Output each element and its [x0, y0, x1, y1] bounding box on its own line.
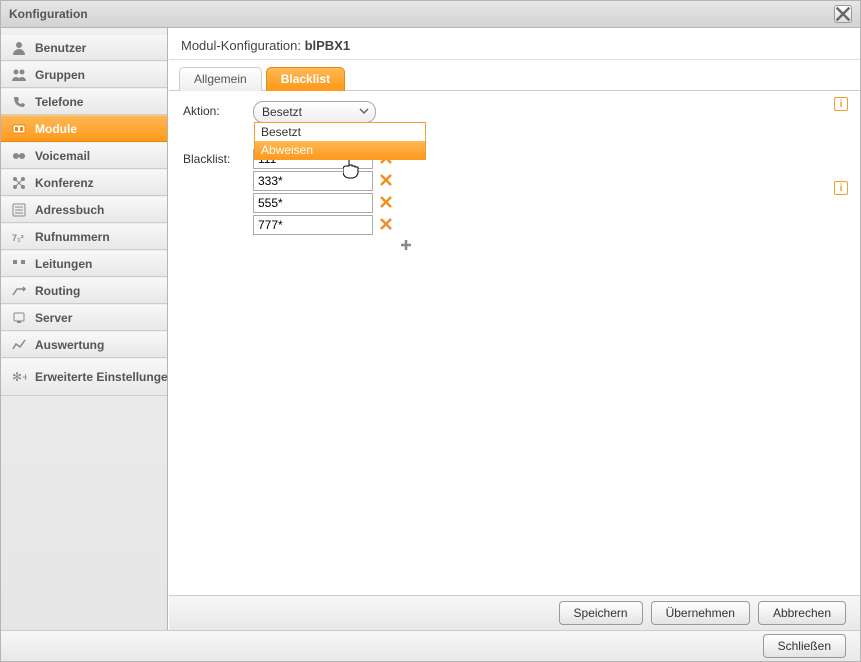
sidebar-item-adressbuch[interactable]: Adressbuch [1, 196, 167, 223]
delete-button[interactable] [377, 194, 395, 212]
sidebar-icon [11, 283, 27, 299]
add-button[interactable] [397, 237, 415, 255]
sidebar-icon [11, 310, 27, 326]
sidebar-item-label: Voicemail [35, 149, 90, 163]
blacklist-input[interactable] [253, 193, 373, 213]
sidebar-icon [11, 67, 27, 83]
sidebar-item-voicemail[interactable]: Voicemail [1, 142, 167, 169]
sidebar-item-label: Server [35, 311, 72, 325]
delete-button[interactable] [377, 172, 395, 190]
chevron-down-icon [359, 105, 369, 119]
sidebar-item-leitungen[interactable]: Leitungen [1, 250, 167, 277]
sidebar-icon [11, 175, 27, 191]
outer-footer: Schließen [1, 630, 860, 661]
sidebar-item-konferenz[interactable]: Konferenz [1, 169, 167, 196]
window-title: Konfiguration [9, 7, 88, 21]
sidebar-icon [11, 121, 27, 137]
blacklist-row [253, 171, 415, 191]
x-icon [379, 217, 393, 234]
blacklist-input[interactable] [253, 171, 373, 191]
sidebar-icon [11, 337, 27, 353]
sidebar-item-module[interactable]: Module [1, 115, 167, 142]
sidebar-icon: ✻+ [11, 369, 27, 385]
sidebar-item-label: Module [35, 122, 77, 136]
sidebar-item-label: Leitungen [35, 257, 92, 271]
config-window: Konfiguration Benutzer Gruppen Telefone Mod… [0, 0, 861, 662]
sidebar-item-gruppen[interactable]: Gruppen [1, 61, 167, 88]
tab-content: i i Aktion: Besetzt BesetztAbweisen [169, 91, 860, 595]
sidebar-item-auswertung[interactable]: Auswertung [1, 331, 167, 358]
blacklist-row [253, 193, 415, 213]
sidebar-item-rufnummern[interactable]: 7₁² Rufnummern [1, 223, 167, 250]
inner-footer: Speichern Übernehmen Abbrechen [169, 595, 860, 630]
x-icon [379, 173, 393, 190]
close-button[interactable]: Schließen [763, 634, 846, 658]
cancel-button[interactable]: Abbrechen [758, 601, 846, 625]
sidebar-item-routing[interactable]: Routing [1, 277, 167, 304]
sidebar-item-server[interactable]: Server [1, 304, 167, 331]
svg-text:7₁²: 7₁² [12, 233, 24, 243]
aktion-select[interactable]: Besetzt BesetztAbweisen [253, 101, 376, 123]
blacklist-list [253, 149, 415, 255]
sidebar-icon [11, 148, 27, 164]
page-title: Modul-Konfiguration: blPBX1 [169, 28, 860, 60]
plus-icon [399, 238, 413, 255]
sidebar-item-label: Telefone [35, 95, 83, 109]
apply-button[interactable]: Übernehmen [651, 601, 750, 625]
blacklist-label: Blacklist: [183, 149, 253, 166]
window-close-button[interactable] [834, 5, 852, 23]
sidebar-item-label: Rufnummern [35, 230, 110, 244]
aktion-dropdown: BesetztAbweisen [254, 122, 426, 160]
info-icon[interactable]: i [834, 97, 848, 111]
tab-blacklist[interactable]: Blacklist [266, 67, 345, 91]
sidebar: Benutzer Gruppen Telefone Module Voicemail Ko… [1, 28, 168, 630]
sidebar-item-label: Benutzer [35, 41, 86, 55]
sidebar-icon [11, 202, 27, 218]
tab-allgemein[interactable]: Allgemein [179, 67, 262, 91]
close-icon [835, 6, 851, 22]
sidebar-item-label: Adressbuch [35, 203, 104, 217]
sidebar-icon [11, 256, 27, 272]
tabs: AllgemeinBlacklist [169, 60, 860, 91]
sidebar-item-benutzer[interactable]: Benutzer [1, 34, 167, 61]
blacklist-input[interactable] [253, 215, 373, 235]
info-icon[interactable]: i [834, 181, 848, 195]
sidebar-icon: 7₁² [11, 229, 27, 245]
delete-button[interactable] [377, 216, 395, 234]
sidebar-icon [11, 40, 27, 56]
sidebar-item-label: Routing [35, 284, 80, 298]
sidebar-item-label: Erweiterte Einstellungen [35, 370, 175, 384]
titlebar: Konfiguration [1, 1, 860, 28]
sidebar-icon [11, 94, 27, 110]
main-panel: Modul-Konfiguration: blPBX1 AllgemeinBla… [168, 28, 860, 630]
sidebar-item-label: Auswertung [35, 338, 104, 352]
blacklist-row [253, 215, 415, 235]
svg-text:✻+: ✻+ [12, 370, 27, 384]
aktion-option[interactable]: Besetzt [255, 123, 425, 141]
sidebar-item-label: Konferenz [35, 176, 94, 190]
aktion-option[interactable]: Abweisen [255, 141, 425, 159]
sidebar-item-telefone[interactable]: Telefone [1, 88, 167, 115]
aktion-label: Aktion: [183, 101, 253, 118]
sidebar-item-erweiterte-einstellungen[interactable]: ✻+Erweiterte Einstellungen [1, 358, 167, 396]
sidebar-item-label: Gruppen [35, 68, 85, 82]
save-button[interactable]: Speichern [559, 601, 643, 625]
x-icon [379, 195, 393, 212]
